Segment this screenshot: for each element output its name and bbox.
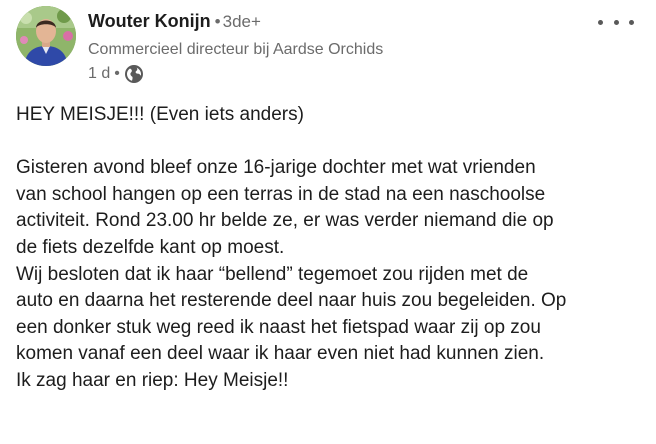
- dot-1: [598, 19, 603, 25]
- post-line: activiteit. Rond 23.00 hr belde ze, er w…: [16, 210, 554, 232]
- post-line: auto en daarna het resterende deel naar …: [16, 290, 567, 312]
- degree-separator: •: [214, 12, 221, 31]
- profile-photo: [16, 6, 76, 66]
- post-time: 1 d: [88, 65, 111, 82]
- post-body: HEY MEISJE!!! (Even iets anders) Gistere…: [16, 102, 646, 395]
- post-line: van school hangen op een terras in de st…: [16, 183, 546, 205]
- dot-2: [613, 19, 619, 25]
- globe-icon: [124, 64, 144, 84]
- author-name[interactable]: Wouter Konijn: [88, 11, 211, 31]
- author-headline: Commercieel directeur bij Aardse Orchids: [88, 41, 384, 58]
- more-options-icon[interactable]: [598, 12, 634, 32]
- post-line: komen vanaf een deel waar ik haar even n…: [16, 343, 545, 365]
- feed-post: Wouter Konijn • 3de+ Commercieel directeur…: [0, 0, 656, 444]
- dot-3: [629, 19, 634, 25]
- avatar[interactable]: [16, 6, 76, 66]
- post-line: een donker stuk weg reed ik naast het fi…: [16, 316, 541, 338]
- author-line: Wouter Konijn • 3de+: [88, 10, 261, 34]
- connection-degree: 3de+: [222, 12, 261, 31]
- post-title-line: HEY MEISJE!!! (Even iets anders): [16, 104, 304, 125]
- post-meta: 1 d •: [88, 63, 144, 85]
- post-line: Wij besloten dat ik haar “bellend” tegem…: [16, 263, 529, 285]
- post-line: de fiets dezelfde kant op moest.: [16, 236, 285, 258]
- post-line: Gisteren avond bleef onze 16-jarige doch…: [16, 157, 536, 179]
- post-line: Ik zag haar en riep: Hey Meisje!!: [16, 369, 289, 391]
- meta-separator: •: [114, 65, 120, 82]
